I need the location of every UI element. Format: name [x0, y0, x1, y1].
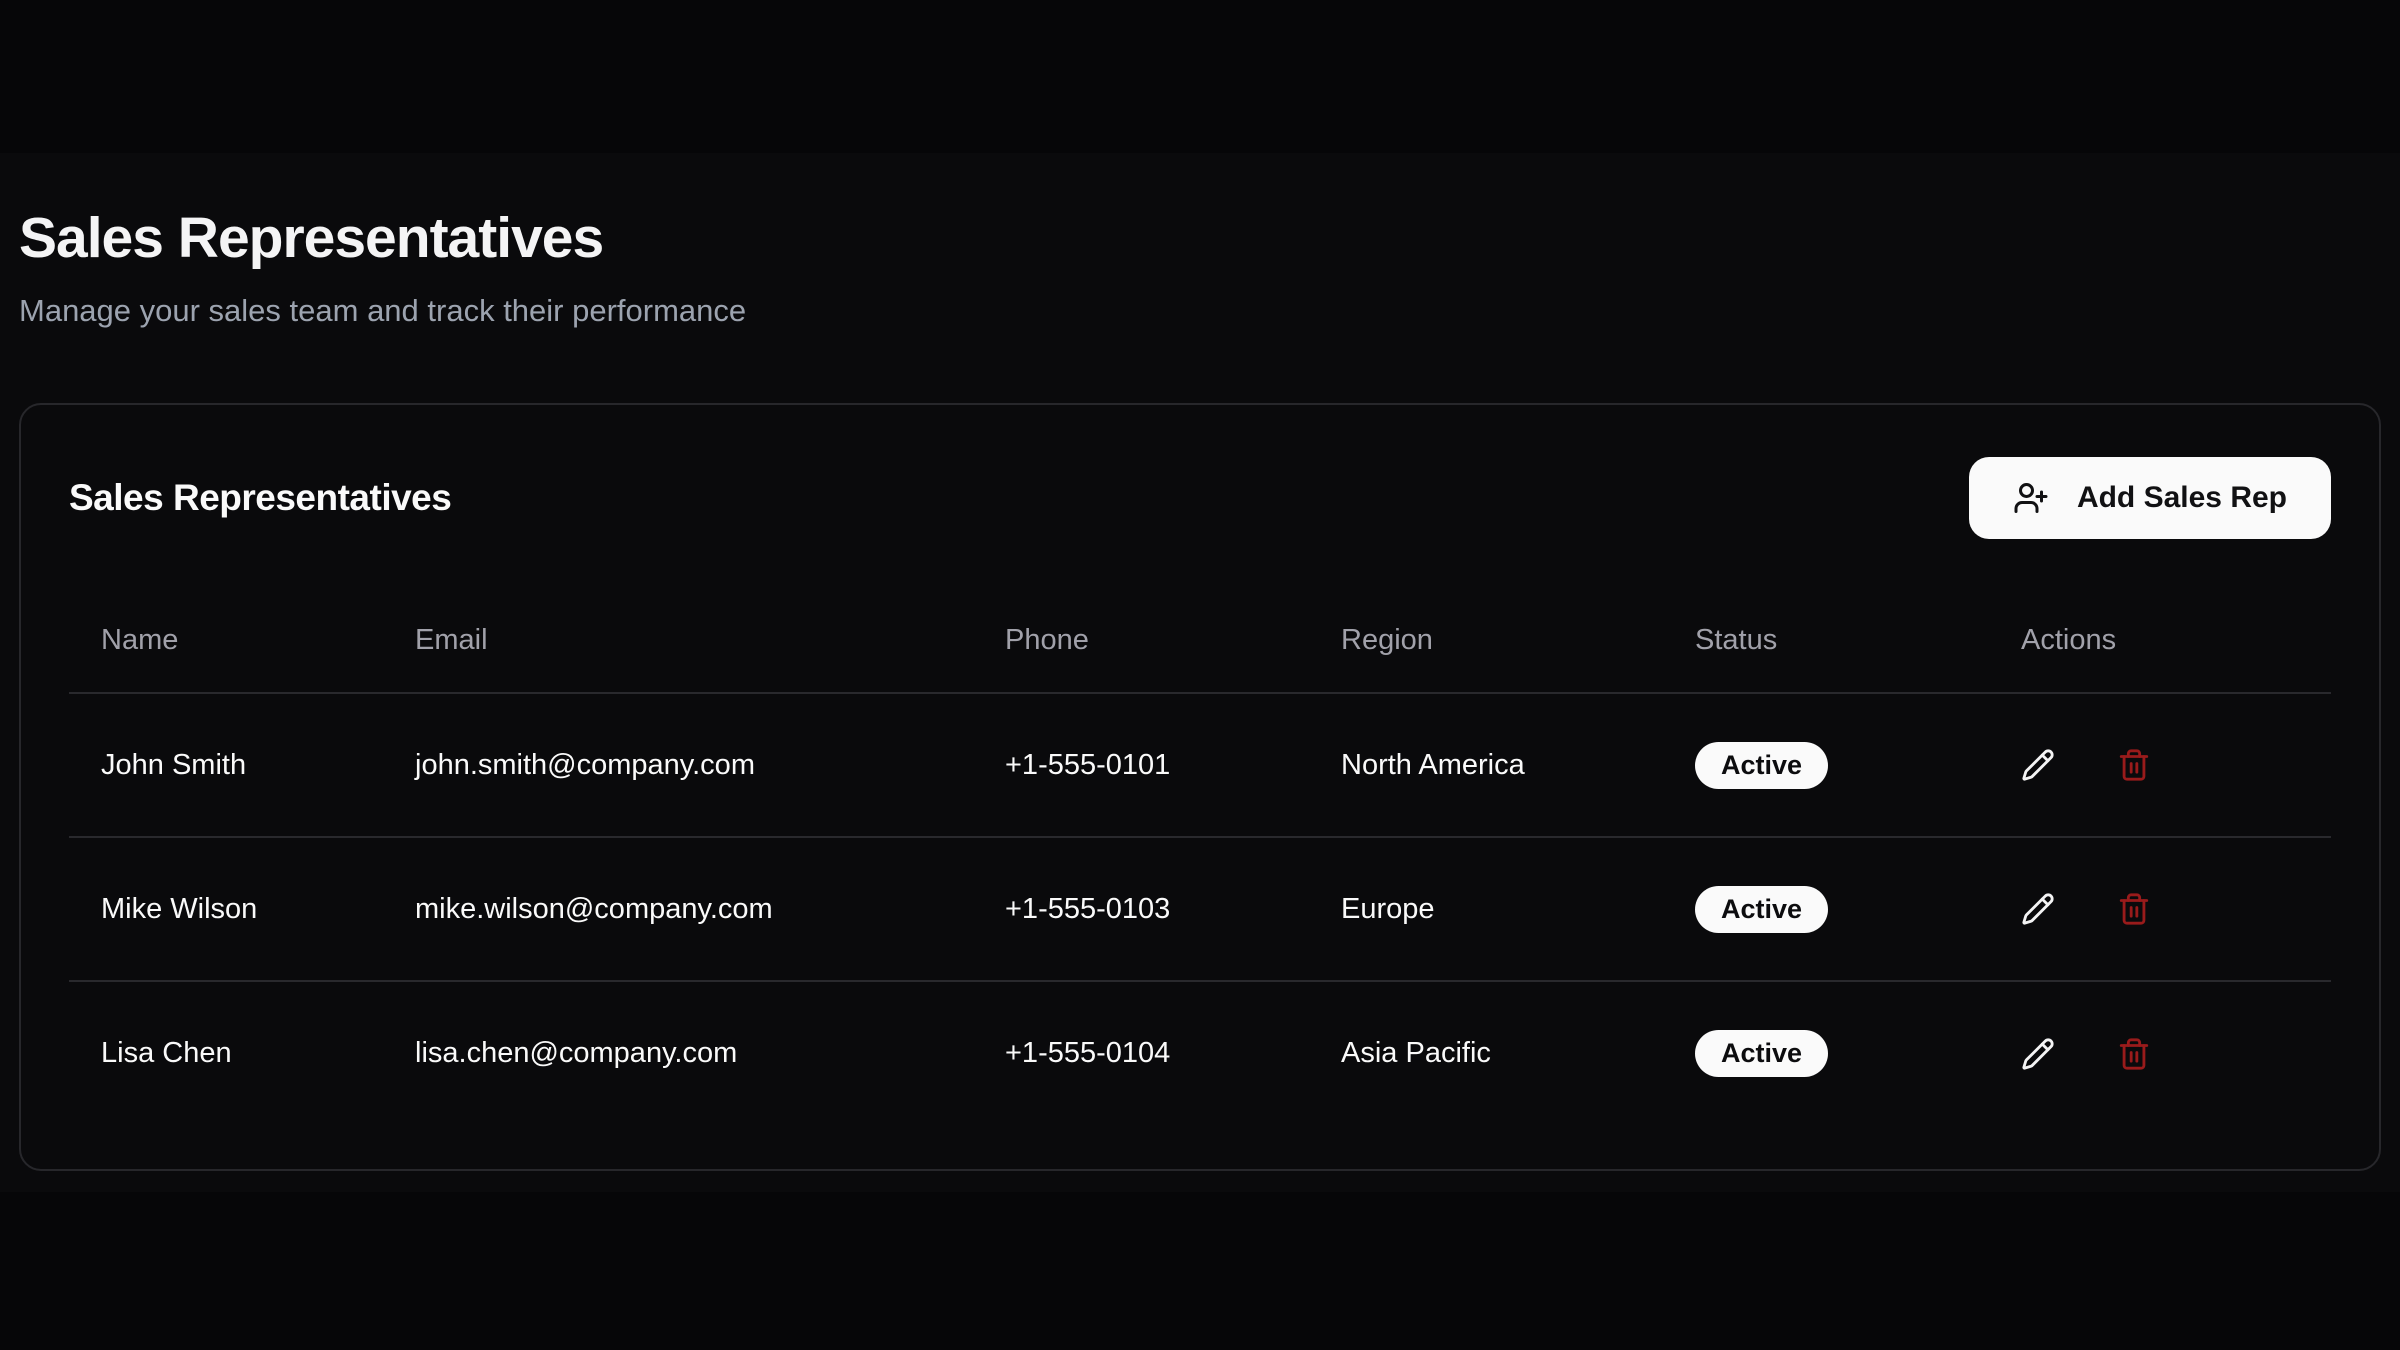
- cell-actions: [1989, 981, 2331, 1125]
- sales-reps-card: Sales Representatives Add Sales Rep: [19, 403, 2381, 1171]
- trash-icon: [2117, 892, 2151, 926]
- sales-reps-table: Name Email Phone Region Status Actions J…: [69, 589, 2331, 1125]
- cell-region: North America: [1309, 693, 1663, 837]
- cell-status: Active: [1663, 981, 1989, 1125]
- cell-name: Lisa Chen: [69, 981, 383, 1125]
- column-header-email: Email: [383, 589, 973, 693]
- table-row: John Smith john.smith@company.com +1-555…: [69, 693, 2331, 837]
- pencil-icon: [2021, 892, 2055, 926]
- status-badge: Active: [1695, 886, 1828, 933]
- column-header-region: Region: [1309, 589, 1663, 693]
- status-badge: Active: [1695, 742, 1828, 789]
- table-header-row: Name Email Phone Region Status Actions: [69, 589, 2331, 693]
- cell-email: mike.wilson@company.com: [383, 837, 973, 981]
- pencil-icon: [2021, 748, 2055, 782]
- cell-email: lisa.chen@company.com: [383, 981, 973, 1125]
- column-header-name: Name: [69, 589, 383, 693]
- edit-button[interactable]: [2021, 1037, 2055, 1071]
- trash-icon: [2117, 1037, 2151, 1071]
- pencil-icon: [2021, 1037, 2055, 1071]
- edit-button[interactable]: [2021, 892, 2055, 926]
- status-badge: Active: [1695, 1030, 1828, 1077]
- page-title: Sales Representatives: [19, 207, 2381, 270]
- user-plus-icon: [2013, 480, 2049, 516]
- cell-region: Europe: [1309, 837, 1663, 981]
- table-row: Lisa Chen lisa.chen@company.com +1-555-0…: [69, 981, 2331, 1125]
- column-header-actions: Actions: [1989, 589, 2331, 693]
- edit-button[interactable]: [2021, 748, 2055, 782]
- delete-button[interactable]: [2117, 748, 2151, 782]
- cell-name: John Smith: [69, 693, 383, 837]
- cell-status: Active: [1663, 693, 1989, 837]
- add-sales-rep-label: Add Sales Rep: [2077, 481, 2287, 515]
- page-subtitle: Manage your sales team and track their p…: [19, 292, 2381, 329]
- column-header-phone: Phone: [973, 589, 1309, 693]
- cell-email: john.smith@company.com: [383, 693, 973, 837]
- cell-name: Mike Wilson: [69, 837, 383, 981]
- cell-phone: +1-555-0101: [973, 693, 1309, 837]
- table-row: Mike Wilson mike.wilson@company.com +1-5…: [69, 837, 2331, 981]
- add-sales-rep-button[interactable]: Add Sales Rep: [1969, 457, 2331, 539]
- delete-button[interactable]: [2117, 892, 2151, 926]
- delete-button[interactable]: [2117, 1037, 2151, 1071]
- cell-phone: +1-555-0103: [973, 837, 1309, 981]
- card-header: Sales Representatives Add Sales Rep: [69, 457, 2331, 539]
- column-header-status: Status: [1663, 589, 1989, 693]
- cell-actions: [1989, 837, 2331, 981]
- cell-phone: +1-555-0104: [973, 981, 1309, 1125]
- cell-region: Asia Pacific: [1309, 981, 1663, 1125]
- trash-icon: [2117, 748, 2151, 782]
- card-title: Sales Representatives: [69, 477, 451, 519]
- cell-actions: [1989, 693, 2331, 837]
- cell-status: Active: [1663, 837, 1989, 981]
- main-content: Sales Representatives Manage your sales …: [0, 153, 2400, 1192]
